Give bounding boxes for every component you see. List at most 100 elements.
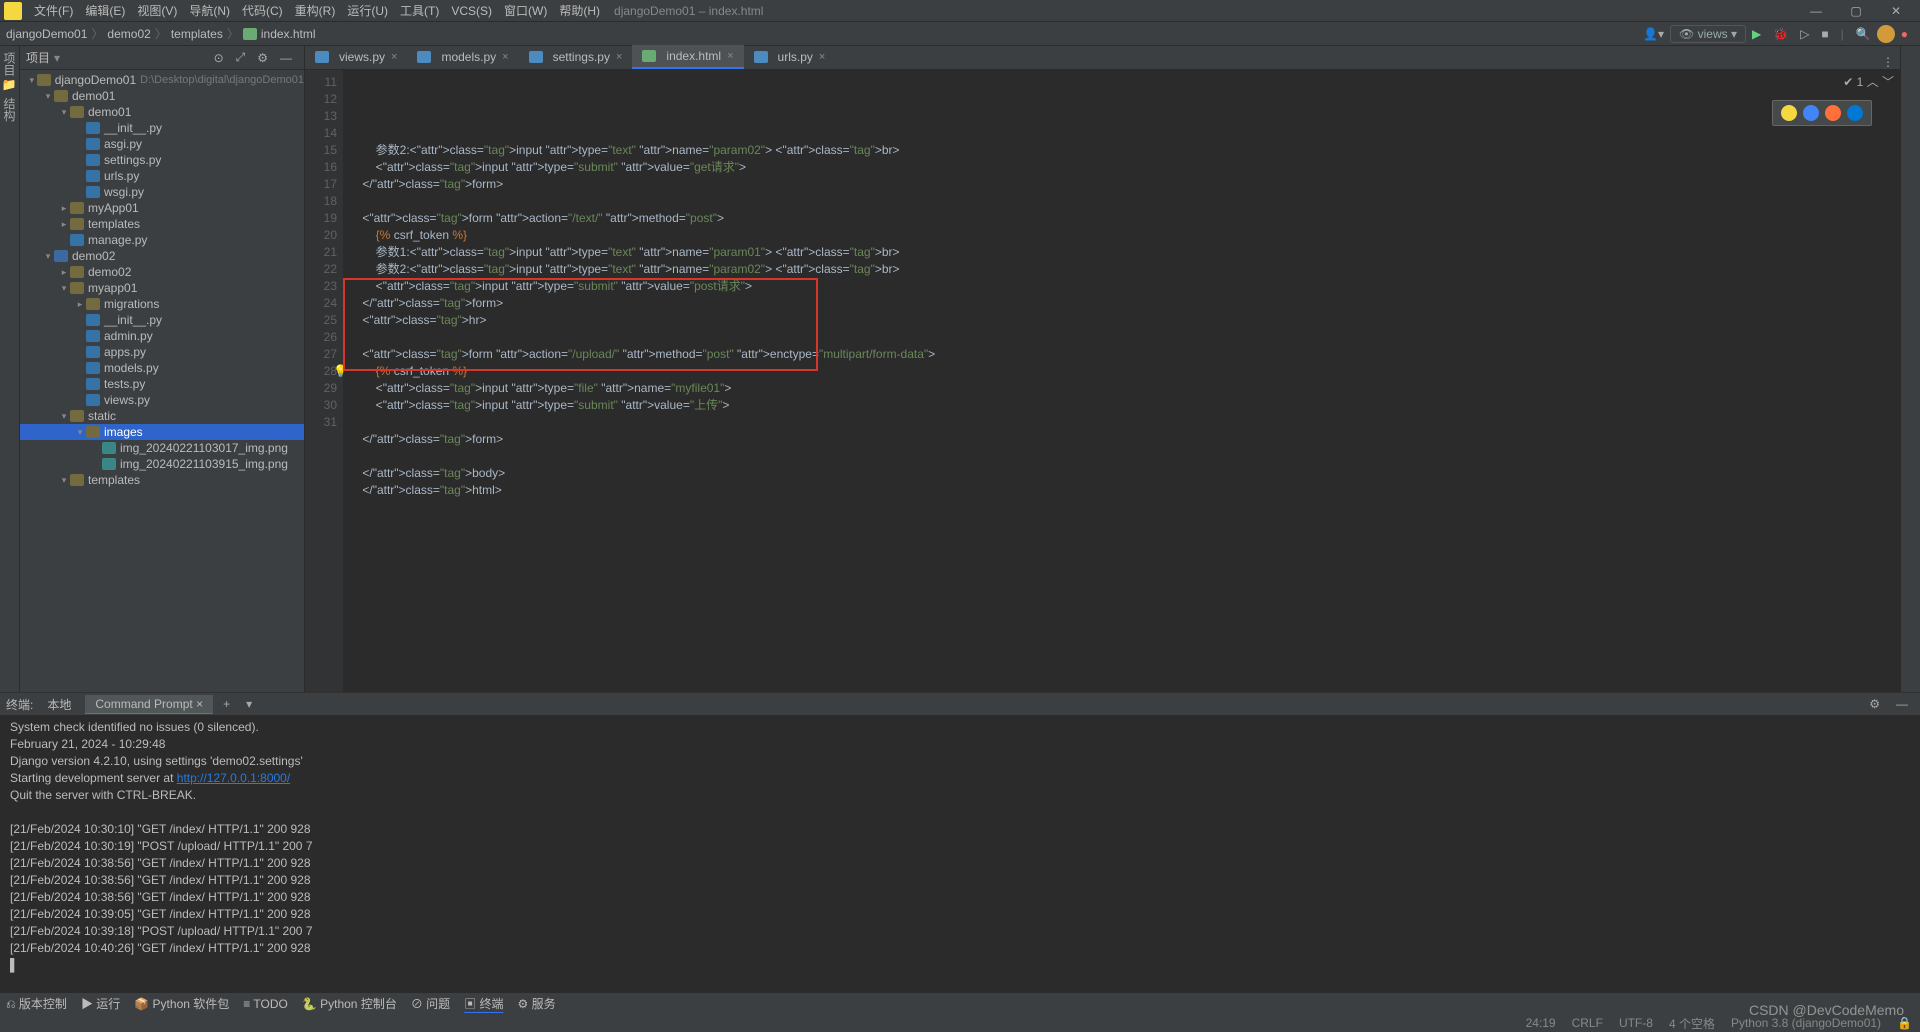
run-button[interactable]: ▶ (1746, 27, 1767, 41)
settings-icon[interactable]: ● (1895, 27, 1914, 41)
tree-row[interactable]: settings.py (20, 152, 304, 168)
tree-row[interactable]: manage.py (20, 232, 304, 248)
bottom-tool-Python 控制台[interactable]: 🐍 Python 控制台 (302, 995, 397, 1012)
edge-icon[interactable] (1847, 105, 1863, 121)
bottom-tool-问题[interactable]: ⊘ 问题 (411, 995, 450, 1012)
tree-row[interactable]: ▾static (20, 408, 304, 424)
bottom-tool-版本控制[interactable]: ⎌ 版本控制 (6, 995, 67, 1012)
menu-item[interactable]: 重构(R) (289, 2, 342, 19)
project-expand-icon[interactable]: ⤢ (230, 50, 252, 65)
tree-row[interactable]: ▸demo02 (20, 264, 304, 280)
project-settings-icon[interactable]: ⊙ (208, 51, 230, 65)
tree-arrow-icon[interactable]: ▾ (58, 283, 70, 294)
tree-row[interactable]: ▾djangoDemo01D:\Desktop\digital\djangoDe… (20, 72, 304, 88)
terminal-tab-cmd[interactable]: Command Prompt × (85, 695, 213, 714)
menu-item[interactable]: 帮助(H) (553, 2, 606, 19)
tree-row[interactable]: ▸myApp01 (20, 200, 304, 216)
tree-row[interactable]: ▾images (20, 424, 304, 440)
tree-row[interactable]: wsgi.py (20, 184, 304, 200)
tree-arrow-icon[interactable]: ▾ (74, 427, 86, 438)
editor-tabs-more-icon[interactable]: ⋮ (1876, 55, 1900, 69)
avatar-icon[interactable] (1877, 25, 1895, 43)
tree-row[interactable]: ▾demo01 (20, 88, 304, 104)
tree-arrow-icon[interactable]: ▾ (58, 475, 70, 486)
firefox-icon[interactable] (1825, 105, 1841, 121)
menu-item[interactable]: 窗口(W) (498, 2, 553, 19)
status-cursor-pos[interactable]: 24:19 (1526, 1016, 1556, 1030)
tree-row[interactable]: models.py (20, 360, 304, 376)
menu-item[interactable]: 工具(T) (394, 2, 445, 19)
tree-row[interactable]: ▾demo02 (20, 248, 304, 264)
tree-row[interactable]: img_20240221103915_img.png (20, 456, 304, 472)
menu-item[interactable]: 运行(U) (341, 2, 394, 19)
tree-row[interactable]: ▾myapp01 (20, 280, 304, 296)
run-with-coverage-button[interactable]: ▷ (1794, 27, 1815, 41)
run-config-selector[interactable]: 👁 views ▾ (1670, 25, 1746, 43)
editor-tab[interactable]: views.py× (305, 45, 407, 69)
tree-arrow-icon[interactable]: ▸ (58, 203, 70, 214)
tree-row[interactable]: img_20240221103017_img.png (20, 440, 304, 456)
tree-row[interactable]: admin.py (20, 328, 304, 344)
menu-item[interactable]: VCS(S) (445, 4, 498, 18)
bottom-tool-服务[interactable]: ⚙ 服务 (518, 995, 556, 1012)
breadcrumb-item[interactable]: index.html (261, 27, 316, 41)
terminal-tab-local[interactable]: 本地 (37, 694, 81, 715)
terminal-add-tab-button[interactable]: + (217, 697, 236, 711)
tree-row[interactable]: __init__.py (20, 120, 304, 136)
window-minimize-button[interactable]: — (1796, 4, 1836, 18)
close-tab-icon[interactable]: × (727, 50, 733, 62)
close-tab-icon[interactable]: × (502, 51, 508, 63)
debug-button[interactable]: 🐞 (1767, 27, 1794, 41)
tree-row[interactable]: apps.py (20, 344, 304, 360)
close-tab-icon[interactable]: × (391, 51, 397, 63)
tree-row[interactable]: views.py (20, 392, 304, 408)
search-button[interactable]: 🔍 (1850, 27, 1877, 41)
tree-row[interactable]: ▸templates (20, 216, 304, 232)
project-gear-icon[interactable]: ⚙ (251, 51, 274, 65)
terminal-hide-icon[interactable]: — (1890, 697, 1914, 711)
close-tab-icon[interactable]: × (616, 51, 622, 63)
bottom-tool-运行[interactable]: ▶ 运行 (81, 995, 120, 1012)
editor-tab[interactable]: index.html× (632, 45, 743, 69)
pycharm-browser-icon[interactable] (1781, 105, 1797, 121)
tree-arrow-icon[interactable]: ▾ (26, 75, 37, 86)
breadcrumb-item[interactable]: demo02 (107, 27, 150, 41)
menu-item[interactable]: 编辑(E) (79, 2, 131, 19)
status-line-sep[interactable]: CRLF (1572, 1016, 1603, 1030)
tree-arrow-icon[interactable]: ▸ (58, 267, 70, 278)
breadcrumb[interactable]: djangoDemo01〉demo02〉templates〉index.html (6, 25, 316, 42)
intention-bulb-icon[interactable]: 💡 (333, 363, 348, 380)
breadcrumb-item[interactable]: templates (171, 27, 223, 41)
menu-item[interactable]: 视图(V) (131, 2, 183, 19)
project-hide-icon[interactable]: — (274, 51, 298, 65)
tree-arrow-icon[interactable]: ▾ (42, 251, 54, 262)
bottom-tool-Python 软件包[interactable]: 📦 Python 软件包 (134, 995, 229, 1012)
breadcrumb-item[interactable]: djangoDemo01 (6, 27, 87, 41)
tree-row[interactable]: ▸migrations (20, 296, 304, 312)
stop-button[interactable]: ■ (1815, 27, 1834, 41)
window-maximize-button[interactable]: ▢ (1836, 4, 1876, 18)
menu-item[interactable]: 文件(F) (28, 2, 79, 19)
inspection-indicator[interactable]: ✔ 1 ︿ ﹀ (1843, 74, 1894, 91)
server-url-link[interactable]: http://127.0.0.1:8000/ (177, 771, 290, 785)
status-encoding[interactable]: UTF-8 (1619, 1016, 1653, 1030)
window-close-button[interactable]: ✕ (1876, 4, 1916, 18)
terminal-output[interactable]: System check identified no issues (0 sil… (0, 715, 1920, 992)
terminal-tab-dropdown-icon[interactable]: ▾ (240, 697, 258, 711)
tree-arrow-icon[interactable]: ▸ (74, 299, 86, 310)
tree-arrow-icon[interactable]: ▾ (58, 411, 70, 422)
tree-arrow-icon[interactable]: ▾ (42, 91, 54, 102)
editor-tab[interactable]: settings.py× (519, 45, 633, 69)
tree-arrow-icon[interactable]: ▾ (58, 107, 70, 118)
menu-item[interactable]: 代码(C) (236, 2, 289, 19)
terminal-settings-icon[interactable]: ⚙ (1863, 697, 1886, 711)
tree-row[interactable]: asgi.py (20, 136, 304, 152)
tree-arrow-icon[interactable]: ▸ (58, 219, 70, 230)
editor-tab[interactable]: urls.py× (744, 45, 836, 69)
chrome-icon[interactable] (1803, 105, 1819, 121)
bottom-tool-TODO[interactable]: ≡ TODO (243, 997, 288, 1011)
tree-row[interactable]: tests.py (20, 376, 304, 392)
close-tab-icon[interactable]: × (819, 51, 825, 63)
status-interpreter[interactable]: Python 3.8 (djangoDemo01) (1731, 1016, 1881, 1030)
tree-row[interactable]: ▾templates (20, 472, 304, 488)
